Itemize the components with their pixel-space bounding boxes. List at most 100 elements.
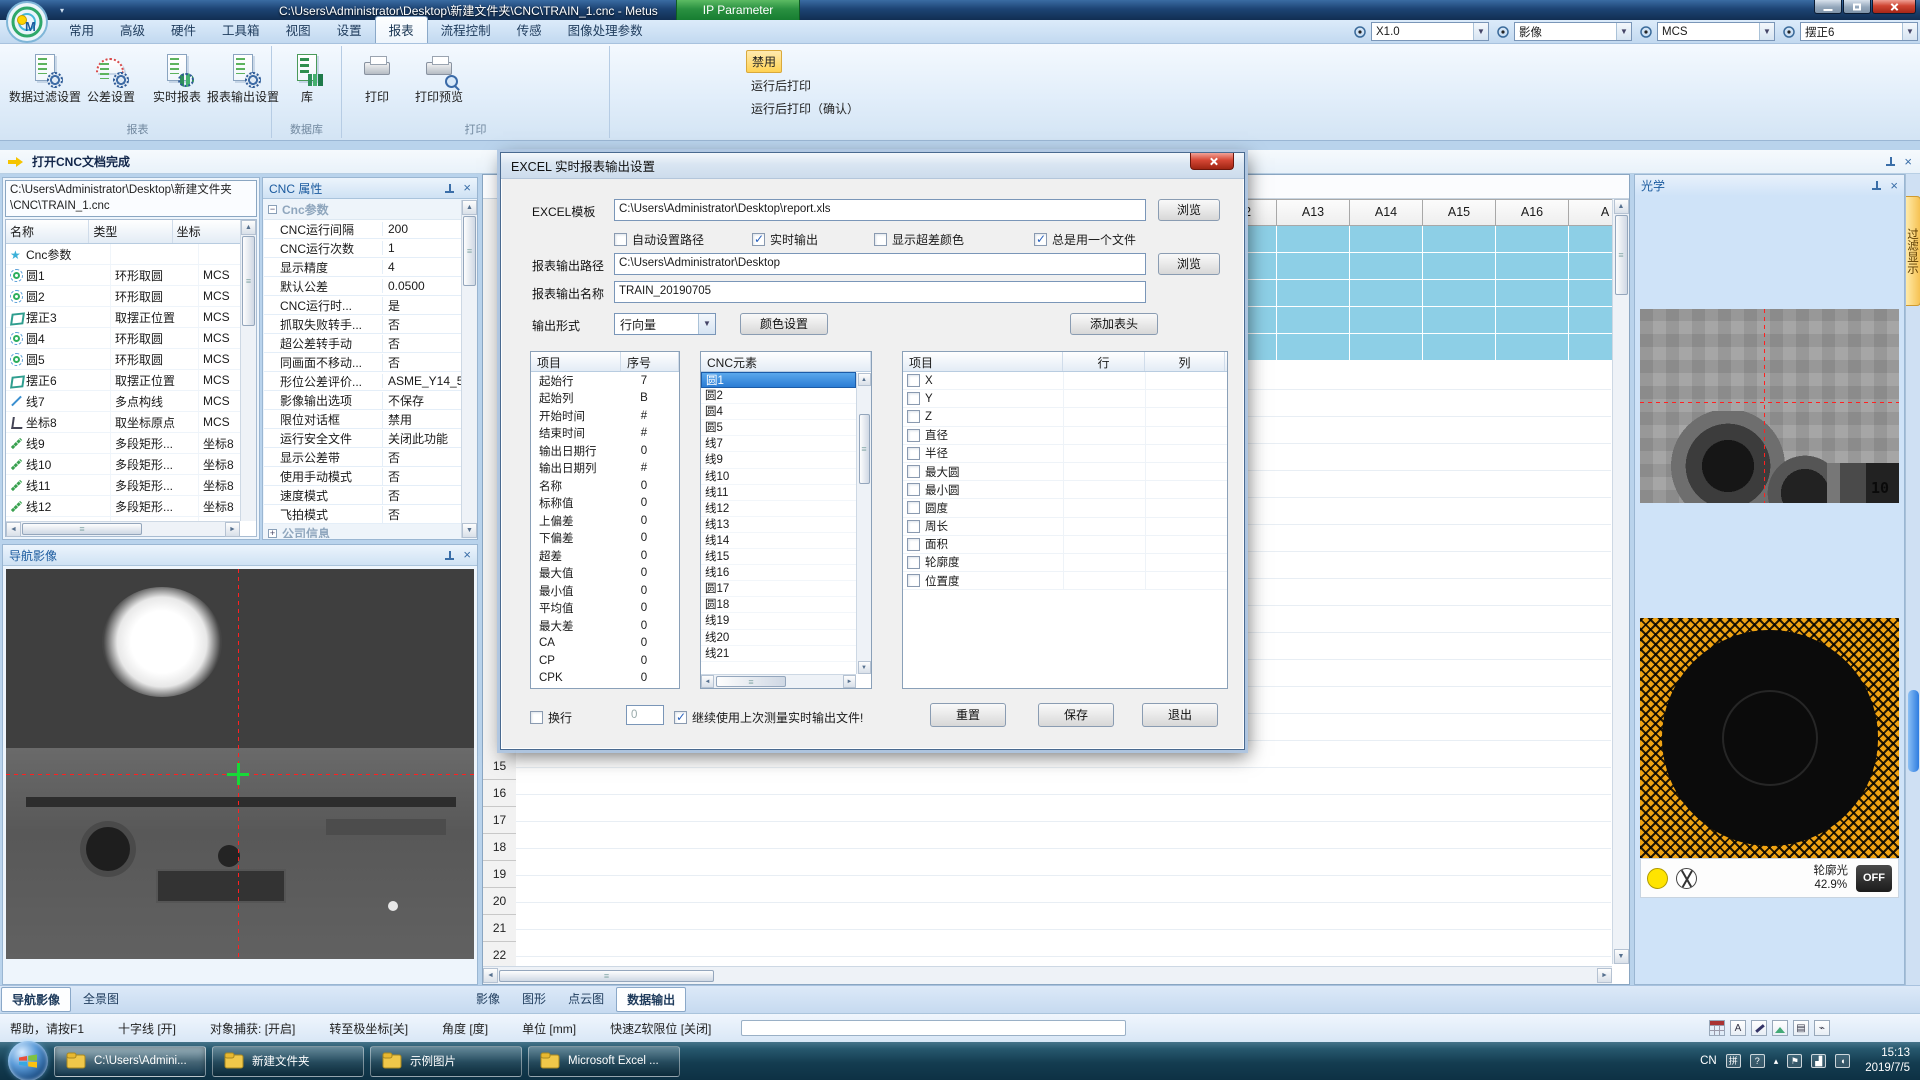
workspace-view-tab[interactable]: 影像 <box>466 987 510 1012</box>
tree-column-header[interactable]: 名称 <box>6 220 89 243</box>
checkbox-show-overtolerance-color[interactable]: 显示超差颜色 <box>874 231 964 248</box>
table-header[interactable]: 序号 <box>621 352 679 371</box>
ribbon-tab[interactable]: 工具箱 <box>209 17 273 43</box>
excel-template-input[interactable]: C:\Users\Administrator\Desktop\report.xl… <box>614 199 1146 221</box>
cnc-element-item[interactable]: 线12 <box>701 501 856 517</box>
property-row[interactable]: CNC运行间隔 200 <box>264 220 461 239</box>
tree-row[interactable]: 线9 多段矩形... 坐标8 <box>6 433 240 454</box>
pen-tool-icon[interactable] <box>1751 1020 1767 1036</box>
sheet-column-header[interactable]: A15 <box>1423 199 1496 226</box>
cnc-element-item[interactable]: 线10 <box>701 469 856 485</box>
cnc-element-item[interactable]: 线15 <box>701 549 856 565</box>
report-item-row[interactable]: 输出日期行 0 <box>531 442 679 460</box>
property-row[interactable]: 抓取失败转手... 否 <box>264 315 461 334</box>
sheet-row-number[interactable]: 15 <box>483 753 516 780</box>
property-row[interactable]: CNC运行时... 是 <box>264 296 461 315</box>
tree-row[interactable]: 圆5 环形取圆 MCS <box>6 349 240 370</box>
add-header-button[interactable]: 添加表头 <box>1070 313 1158 335</box>
cnc-element-item[interactable]: 线20 <box>701 630 856 646</box>
sheet-vertical-scrollbar[interactable]: ▲▼ <box>1612 199 1629 964</box>
start-button[interactable] <box>8 1041 48 1080</box>
checkbox-icon[interactable] <box>907 447 920 460</box>
pin-icon[interactable] <box>1872 181 1881 190</box>
property-row[interactable]: 运行安全文件 关闭此功能 <box>264 429 461 448</box>
chevron-down-icon[interactable]: ▼ <box>1473 23 1488 40</box>
attribute-row[interactable]: 圆度 <box>903 499 1227 517</box>
property-row[interactable]: CNC运行次数 1 <box>264 239 461 258</box>
report-item-row[interactable]: 最小值 0 <box>531 582 679 600</box>
part-camera-image[interactable] <box>1640 618 1899 858</box>
attribute-row[interactable]: 位置度 <box>903 572 1227 590</box>
navigation-camera-image[interactable] <box>6 569 474 959</box>
ribbon-tab[interactable]: 报表 <box>375 16 428 43</box>
checkbox-icon[interactable] <box>907 574 920 587</box>
ribbon-tab[interactable]: 常用 <box>56 17 107 43</box>
pin-icon[interactable] <box>1886 157 1895 166</box>
close-icon[interactable]: × <box>463 183 471 193</box>
sheet-column-header[interactable]: A13 <box>1277 199 1350 226</box>
report-item-row[interactable]: 开始时间 # <box>531 407 679 425</box>
property-row[interactable]: 显示公差带 否 <box>264 448 461 467</box>
segment-light-icon[interactable] <box>1676 868 1697 889</box>
volume-icon[interactable]: ◖ <box>1835 1054 1850 1068</box>
chevron-down-icon[interactable]: ▼ <box>1759 23 1774 40</box>
close-icon[interactable]: × <box>1890 181 1898 191</box>
ribbon-tab[interactable]: 传感 <box>504 17 555 43</box>
report-item-row[interactable]: 上偏差 0 <box>531 512 679 530</box>
property-vertical-scrollbar[interactable]: ▲ ▼ <box>461 200 477 538</box>
pin-icon[interactable] <box>445 551 454 560</box>
cnc-element-item[interactable]: 线21 <box>701 646 856 662</box>
cnc-element-item[interactable]: 线11 <box>701 485 856 501</box>
cnc-element-item[interactable]: 圆5 <box>701 420 856 436</box>
app-logo-icon[interactable]: M <box>6 1 48 43</box>
attribute-row[interactable]: 轮廓度 <box>903 554 1227 572</box>
property-row[interactable]: 超公差转手动 否 <box>264 334 461 353</box>
checkbox-icon[interactable] <box>907 392 920 405</box>
table-header[interactable]: 项目 <box>903 352 1063 371</box>
workspace-view-tab[interactable]: 点云图 <box>558 987 614 1012</box>
cnc-element-item[interactable]: 圆18 <box>701 597 856 613</box>
taskbar-app-button[interactable]: C:\Users\Admini... <box>54 1046 206 1077</box>
checkbox-icon[interactable] <box>907 483 920 496</box>
cnc-element-item[interactable]: 线19 <box>701 613 856 629</box>
cnc-element-item[interactable]: 圆1 <box>701 372 856 388</box>
ribbon-button[interactable]: 打印预览 <box>406 52 472 104</box>
ribbon-button[interactable]: 打印 <box>344 52 410 104</box>
ribbon-button[interactable]: 报表输出设置 <box>204 52 282 104</box>
checkbox-icon[interactable] <box>907 501 920 514</box>
sheet-horizontal-scrollbar[interactable]: ◄► <box>483 966 1612 984</box>
chevron-down-icon[interactable]: ▼ <box>698 314 715 334</box>
cnc-element-item[interactable]: 线16 <box>701 565 856 581</box>
ribbon-tab[interactable]: 设置 <box>324 17 375 43</box>
report-item-row[interactable]: CPK 0 <box>531 670 679 688</box>
attribute-row[interactable]: 面积 <box>903 536 1227 554</box>
sheet-row-number[interactable]: 19 <box>483 861 516 888</box>
tree-row[interactable]: 圆4 环形取圆 MCS <box>6 328 240 349</box>
view-combo[interactable]: 摆正6 ▼ <box>1800 22 1918 41</box>
tree-row[interactable]: 线10 多段矩形... 坐标8 <box>6 454 240 475</box>
report-item-row[interactable]: CP 0 <box>531 652 679 670</box>
property-row[interactable]: 显示精度 4 <box>264 258 461 277</box>
taskbar-app-button[interactable]: Microsoft Excel ... <box>528 1046 680 1077</box>
output-path-input[interactable]: C:\Users\Administrator\Desktop <box>614 253 1146 275</box>
tree-column-header[interactable]: 类型 <box>89 220 172 243</box>
ring-light-icon[interactable] <box>1647 868 1668 889</box>
table-header[interactable]: 项目 <box>531 352 621 371</box>
property-row[interactable]: 飞拍模式 否 <box>264 505 461 524</box>
checkbox-realtime-output[interactable]: 实时输出 <box>752 231 818 248</box>
chevron-down-icon[interactable]: ▼ <box>1616 23 1631 40</box>
cnc-element-item[interactable]: 线14 <box>701 533 856 549</box>
color-settings-button[interactable]: 颜色设置 <box>740 313 828 335</box>
network-icon[interactable]: ▟ <box>1811 1054 1826 1068</box>
checkbox-icon[interactable] <box>907 520 920 533</box>
checkbox-wrap-line[interactable]: 换行 <box>530 709 572 726</box>
cnc-element-item[interactable]: 圆17 <box>701 581 856 597</box>
report-item-row[interactable]: 起始行 7 <box>531 372 679 390</box>
attribute-row[interactable]: 直径 <box>903 427 1227 445</box>
print-mode-option[interactable]: 禁用 <box>746 50 782 73</box>
report-item-row[interactable]: 最大值 0 <box>531 565 679 583</box>
cnc-element-item[interactable]: 线7 <box>701 436 856 452</box>
workspace-view-tab[interactable]: 图形 <box>512 987 556 1012</box>
close-icon[interactable]: × <box>463 550 471 560</box>
wrench-icon[interactable]: ⌁ <box>1814 1020 1830 1036</box>
